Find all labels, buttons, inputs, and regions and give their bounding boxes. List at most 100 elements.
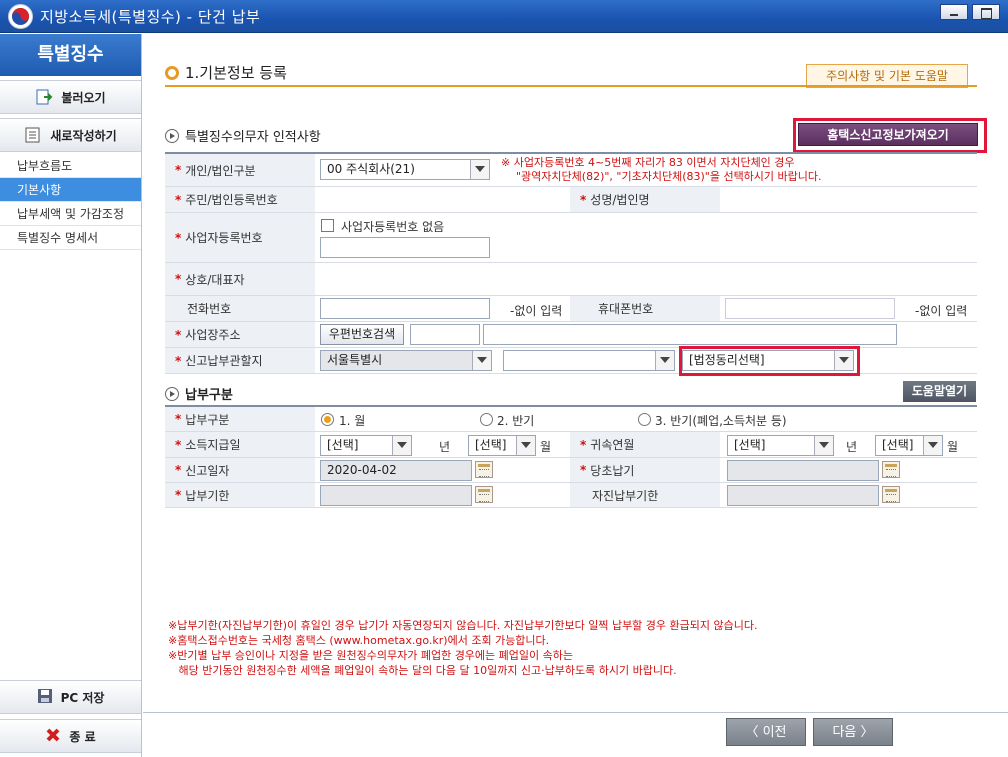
company-input[interactable]: [320, 268, 500, 289]
exit-button[interactable]: 종 료: [0, 719, 141, 753]
calendar-icon[interactable]: [475, 486, 493, 503]
radio-half[interactable]: [480, 413, 493, 426]
row-phone: 전화번호 -없이 입력 휴대폰번호 -없이 입력: [165, 296, 977, 322]
office-district-select[interactable]: [503, 350, 675, 371]
report-date-input[interactable]: 2020-04-02: [320, 460, 472, 481]
address-input[interactable]: [483, 324, 897, 345]
label-pay-date: * 소득지급일: [165, 432, 315, 457]
highlight-box-dong: [679, 346, 860, 376]
label-report-date: * 신고일자: [165, 458, 315, 482]
row-company: * 상호/대표자: [165, 263, 977, 296]
radio-monthly-label: 1. 월: [339, 414, 366, 428]
phone-input[interactable]: [320, 298, 490, 319]
load-button-label: 불러오기: [61, 90, 106, 105]
no-biz-no-checkbox[interactable]: [321, 219, 334, 232]
deadline-input[interactable]: [320, 485, 472, 506]
sidebar-item-flow[interactable]: 납부흐름도: [0, 154, 141, 178]
bullet-circle-icon: [165, 65, 179, 80]
mobile-hint: -없이 입력: [915, 304, 968, 318]
label-pay-type: * 납부구분: [165, 407, 315, 431]
section-payer-title: 특별징수의무자 인적사항: [185, 130, 321, 145]
belong-month-select[interactable]: [선택]: [875, 435, 943, 456]
year-unit: 년: [439, 440, 451, 454]
title-bar: 지방소득세(특별징수) - 단건 납부: [0, 0, 1008, 33]
calendar-icon[interactable]: [475, 461, 493, 478]
label-original: * 당초납기: [570, 458, 720, 482]
pc-save-button[interactable]: PC 저장: [0, 680, 141, 714]
label-self-deadline: 자진납부기한: [570, 483, 720, 507]
calendar-icon[interactable]: [882, 486, 900, 503]
chevron-down-icon: [839, 357, 849, 363]
page-title-text: 1.기본정보 등록: [185, 64, 287, 82]
notice-line: 해당 반기동안 원천징수한 세액을 폐업일이 속하는 달의 다음 달 10일까지…: [168, 664, 677, 677]
sidebar-menu: 납부흐름도 기본사항 납부세액 및 가감조정 특별징수 명세서: [0, 154, 141, 250]
row-biz-no: * 사업자등록번호 사업자등록번호 없음: [165, 213, 977, 263]
section-payer-info: 특별징수의무자 인적사항: [165, 126, 321, 145]
new-document-label: 새로작성하기: [50, 128, 117, 143]
label-address: * 사업장주소: [165, 322, 315, 347]
radio-monthly[interactable]: [321, 413, 334, 426]
zip-code-input[interactable]: [410, 324, 480, 345]
label-phone: 전화번호: [165, 296, 315, 321]
taegeuk-logo-icon: [8, 4, 33, 29]
page-title: 1.기본정보 등록: [165, 62, 287, 83]
row-address: * 사업장주소 우편번호검색: [165, 322, 977, 348]
sidebar-header: 특별징수: [0, 34, 141, 76]
chevron-down-icon: [477, 357, 487, 363]
row-report-date: * 신고일자 2020-04-02 * 당초납기: [165, 458, 977, 483]
calendar-icon[interactable]: [882, 461, 900, 478]
sidebar-item-basic[interactable]: 기본사항: [0, 178, 141, 202]
payer-form: * 개인/법인구분 00 주식회사(21) ※ 사업자등록번호 4~5번째 자리가…: [165, 152, 977, 374]
pay-month-select[interactable]: [선택]: [468, 435, 536, 456]
person-type-select[interactable]: 00 주식회사(21): [320, 159, 490, 180]
label-belong: * 귀속연월: [570, 432, 720, 457]
notice-line: ※홈택스접수번호는 국세청 홈택스 (www.hometax.go.kr)에서 …: [168, 634, 550, 647]
section-pay-title: 납부구분: [185, 388, 233, 403]
new-document-icon: [24, 126, 42, 144]
self-deadline-input[interactable]: [727, 485, 879, 506]
help-open-button[interactable]: 도움말열기: [903, 381, 976, 402]
sidebar-item-tax-adjust[interactable]: 납부세액 및 가감조정: [0, 202, 141, 226]
maximize-button[interactable]: [972, 4, 1000, 20]
name-input[interactable]: [725, 189, 895, 210]
person-type-note-2: "광역자치단체(82)", "기초자치단체(83)"을 선택하시기 바랍니다.: [516, 170, 822, 183]
notice-block: ※납부기한(자진납부기한)이 휴일인 경우 납기가 자동연장되지 않습니다. 자…: [168, 618, 758, 678]
label-company: * 상호/대표자: [165, 263, 315, 295]
minimize-button[interactable]: [940, 4, 968, 20]
notice-line: ※납부기한(자진납부기한)이 휴일인 경우 납기가 자동연장되지 않습니다. 자…: [168, 619, 758, 632]
mobile-input[interactable]: [725, 298, 895, 319]
prev-button[interactable]: 〈 이전: [726, 718, 806, 746]
chevron-down-icon: [475, 166, 485, 172]
section-arrow-icon: [165, 386, 179, 401]
label-name: * 성명/법인명: [570, 187, 720, 212]
row-reg-no: * 주민/법인등록번호 * 성명/법인명: [165, 187, 977, 213]
close-x-icon: [45, 727, 61, 746]
reg-no-input[interactable]: [320, 189, 490, 210]
sidebar: 특별징수 불러오기 새로작성하기 납부흐름도 기본사항 납부세액 및 가감조정 …: [0, 34, 142, 757]
window-title: 지방소득세(특별징수) - 단건 납부: [40, 8, 261, 26]
biz-no-input[interactable]: [320, 237, 490, 258]
label-person-type: * 개인/법인구분: [165, 154, 315, 186]
radio-half-closure-label: 3. 반기(폐업,소득처분 등): [655, 414, 787, 428]
pay-year-select[interactable]: [선택]: [320, 435, 412, 456]
label-office: * 신고납부관할지: [165, 348, 315, 373]
belong-year-select[interactable]: [선택]: [727, 435, 834, 456]
title-divider: [165, 85, 977, 87]
row-person-type: * 개인/법인구분 00 주식회사(21) ※ 사업자등록번호 4~5번째 자리가…: [165, 154, 977, 187]
sidebar-item-statement[interactable]: 특별징수 명세서: [0, 226, 141, 250]
original-due-input[interactable]: [727, 460, 879, 481]
new-document-button[interactable]: 새로작성하기: [0, 118, 141, 152]
row-pay-type: * 납부구분 1. 월 2. 반기 3. 반기(폐업,소득처분 등): [165, 407, 977, 432]
zip-search-button[interactable]: 우편번호검색: [320, 324, 404, 345]
chevron-down-icon: [660, 357, 670, 363]
highlight-box-hometax: [793, 118, 987, 153]
phone-hint: -없이 입력: [510, 304, 563, 318]
row-deadline: * 납부기한 자진납부기한: [165, 483, 977, 508]
load-button[interactable]: 불러오기: [0, 80, 141, 114]
radio-half-closure[interactable]: [638, 413, 651, 426]
next-button[interactable]: 다음 〉: [813, 718, 893, 746]
month-unit: 월: [540, 440, 552, 454]
section-arrow-icon: [165, 128, 179, 143]
load-file-icon: [35, 88, 53, 106]
office-city-select[interactable]: 서울특별시: [320, 350, 492, 371]
